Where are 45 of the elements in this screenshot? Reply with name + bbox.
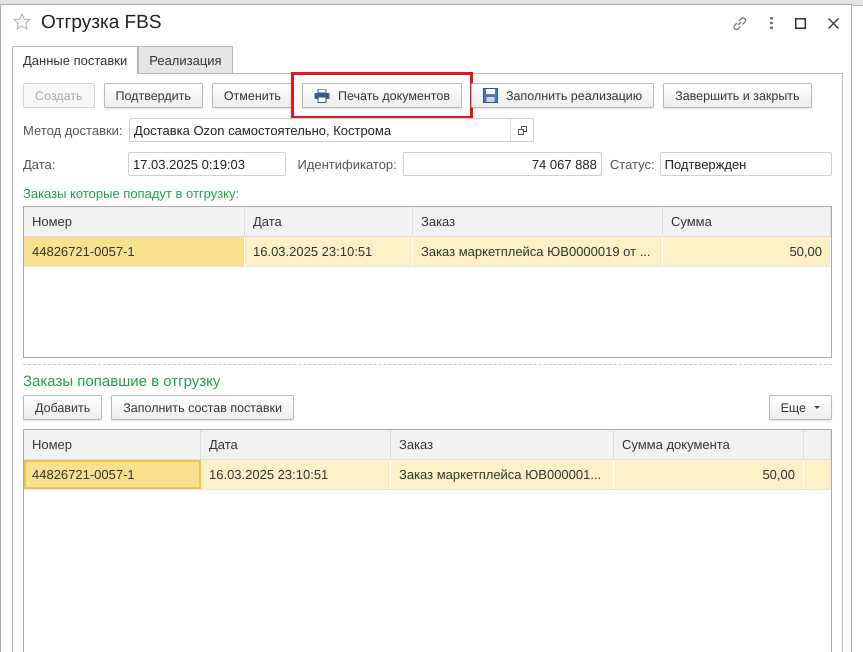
table-cell: Заказ маркетплейса ЮВ000001... bbox=[391, 460, 614, 489]
input-field[interactable]: Доставка Ozon самостоятельно, Кострома bbox=[129, 118, 534, 142]
table-cell: 44826721-0057-1 bbox=[24, 237, 245, 266]
column-header[interactable]: Номер bbox=[24, 430, 201, 459]
more-button[interactable]: Еще bbox=[768, 395, 832, 420]
printer-icon bbox=[314, 88, 330, 102]
toolbar-button[interactable]: Печать документов bbox=[302, 83, 462, 108]
close-icon[interactable] bbox=[828, 18, 839, 28]
field-label: Статус: bbox=[610, 156, 655, 172]
table-cell: 50,00 bbox=[614, 460, 804, 489]
field-label: Метод доставки: bbox=[23, 122, 124, 138]
column-header[interactable]: Заказ bbox=[391, 430, 614, 459]
input-field[interactable]: 17.03.2025 0:19:03 bbox=[128, 152, 286, 176]
section-title: Заказы которые попадут в отгрузку: bbox=[23, 186, 240, 201]
tab[interactable]: Данные поставки bbox=[12, 46, 138, 74]
window-title: Отгрузка FBS bbox=[41, 12, 162, 34]
table-cell: 16.03.2025 23:10:51 bbox=[201, 460, 391, 489]
command-button[interactable]: Добавить bbox=[23, 395, 102, 420]
column-header[interactable]: Сумма bbox=[663, 207, 831, 236]
input-field[interactable]: 74 067 888 bbox=[402, 152, 602, 176]
column-header[interactable]: Номер bbox=[24, 207, 245, 236]
table-cell: Заказ маркетплейса ЮВ0000019 от ... bbox=[413, 237, 663, 266]
toolbar-button[interactable]: Завершить и закрыть bbox=[663, 83, 812, 108]
link-icon[interactable] bbox=[731, 14, 748, 32]
table-cell: 44826721-0057-1 bbox=[24, 460, 201, 489]
toolbar-button[interactable]: Отменить bbox=[212, 83, 293, 108]
more-options-icon[interactable] bbox=[770, 17, 773, 29]
column-header[interactable]: Дата bbox=[245, 207, 413, 236]
table-cell: 50,00 bbox=[663, 237, 831, 266]
star-icon[interactable] bbox=[13, 13, 31, 30]
section-title: Заказы попавшие в отгрузку bbox=[23, 373, 222, 390]
column-header[interactable]: Заказ bbox=[413, 207, 663, 236]
column-header[interactable]: Сумма документа bbox=[614, 430, 804, 459]
field-label: Дата: bbox=[23, 156, 56, 172]
tab[interactable]: Реализация bbox=[138, 46, 233, 73]
caret-icon bbox=[814, 406, 820, 409]
maximize-icon[interactable] bbox=[795, 18, 806, 28]
toolbar-button[interactable]: Заполнить реализацию bbox=[470, 83, 654, 108]
table-cell: 16.03.2025 23:10:51 bbox=[245, 237, 413, 266]
input-field[interactable]: Подтвержден bbox=[660, 152, 832, 176]
command-button[interactable]: Заполнить состав поставки bbox=[111, 395, 294, 420]
open-window-icon bbox=[518, 126, 526, 134]
column-header[interactable]: Дата bbox=[201, 430, 391, 459]
toolbar-button[interactable]: Подтвердить bbox=[104, 83, 203, 108]
field-label: Идентификатор: bbox=[297, 156, 397, 172]
